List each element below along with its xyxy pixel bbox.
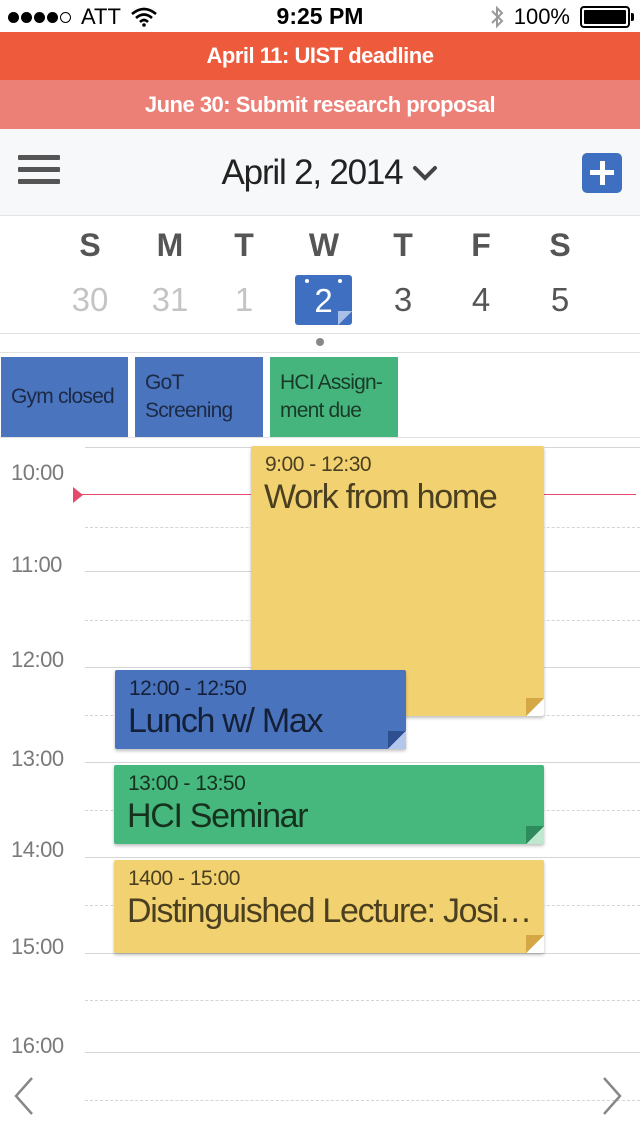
selected-day-marker[interactable]: 2	[295, 275, 352, 325]
event-title: Lunch w/ Max	[128, 702, 323, 740]
day-sun[interactable]: S 30	[60, 216, 120, 330]
current-time-marker	[73, 487, 83, 503]
hour-label: 10:00	[11, 460, 64, 485]
event-lunch[interactable]: 12:00 - 12:50 Lunch w/ Max	[115, 670, 406, 749]
day-of-week: S	[79, 227, 101, 263]
all-day-chip-gym[interactable]: Gym closed	[1, 357, 128, 437]
page-curl-icon	[388, 731, 406, 749]
day-thu[interactable]: T 3	[373, 216, 433, 330]
chevron-right-icon[interactable]	[594, 1072, 634, 1120]
reminder-banner-uist[interactable]: April 11: UIST deadline	[0, 32, 640, 80]
day-of-week: M	[156, 227, 184, 263]
day-number: 1	[234, 281, 254, 318]
status-right: 100%	[490, 4, 634, 30]
day-of-week: S	[549, 227, 571, 263]
hamburger-icon[interactable]	[18, 155, 60, 189]
date-picker[interactable]: April 2, 2014	[200, 151, 460, 195]
day-number: 3	[393, 281, 413, 318]
day-number: 31	[151, 281, 189, 318]
battery-icon	[580, 6, 634, 28]
page-curl-icon	[526, 935, 544, 953]
day-mon[interactable]: M 31	[140, 216, 200, 330]
event-title: HCI Seminar	[127, 797, 309, 835]
day-of-week: F	[471, 227, 491, 263]
event-time: 1400 - 15:00	[128, 867, 240, 890]
hour-label: 16:00	[11, 1033, 64, 1058]
plus-icon[interactable]	[582, 153, 622, 193]
hour-label: 15:00	[11, 934, 64, 959]
page-curl-icon	[526, 698, 544, 716]
day-of-week: T	[234, 227, 254, 263]
day-wed[interactable]: W	[294, 216, 354, 270]
calendar-header: April 2, 2014	[0, 129, 640, 216]
current-date: April 2, 2014	[221, 153, 404, 192]
page-curl-icon	[526, 826, 544, 844]
event-time: 12:00 - 12:50	[129, 677, 247, 700]
day-sat[interactable]: S 5	[530, 216, 590, 330]
event-title: Work from home	[264, 478, 498, 516]
chip-text: HCI Assign-ment due	[280, 371, 383, 422]
reminder-banner-proposal[interactable]: June 30: Submit research proposal	[0, 80, 640, 129]
day-number: 5	[550, 281, 570, 318]
hour-label: 13:00	[11, 746, 64, 771]
page-indicator	[316, 338, 324, 346]
hour-label: 12:00	[11, 647, 64, 672]
chevron-left-icon[interactable]	[4, 1072, 44, 1120]
bluetooth-icon	[491, 5, 504, 29]
hour-label: 14:00	[11, 837, 64, 862]
day-tue[interactable]: T 1	[214, 216, 274, 330]
all-day-events: Gym closed GoT Screening HCI Assign-ment…	[0, 352, 640, 438]
event-distinguished-lecture[interactable]: 1400 - 15:00 Distinguished Lecture: Josi…	[114, 860, 544, 953]
day-fri[interactable]: F 4	[451, 216, 511, 330]
day-of-week: W	[308, 227, 340, 263]
event-time: 9:00 - 12:30	[265, 453, 372, 476]
event-time: 13:00 - 13:50	[128, 772, 246, 795]
event-title: Distinguished Lecture: Josiah Carberry	[127, 892, 534, 930]
event-hci-seminar[interactable]: 13:00 - 13:50 HCI Seminar	[114, 765, 544, 844]
battery-percent: 100%	[513, 4, 570, 29]
chip-text: GoT Screening	[145, 371, 233, 422]
day-number: 4	[471, 281, 491, 318]
status-bar: ATT 9:25 PM 100%	[0, 0, 640, 32]
chevron-down-icon	[413, 166, 438, 181]
hour-label: 11:00	[11, 552, 62, 577]
all-day-chip-got[interactable]: GoT Screening	[135, 357, 263, 437]
day-number: 30	[71, 281, 109, 318]
all-day-chip-hci[interactable]: HCI Assign-ment due	[270, 357, 398, 437]
day-of-week: T	[393, 227, 413, 263]
